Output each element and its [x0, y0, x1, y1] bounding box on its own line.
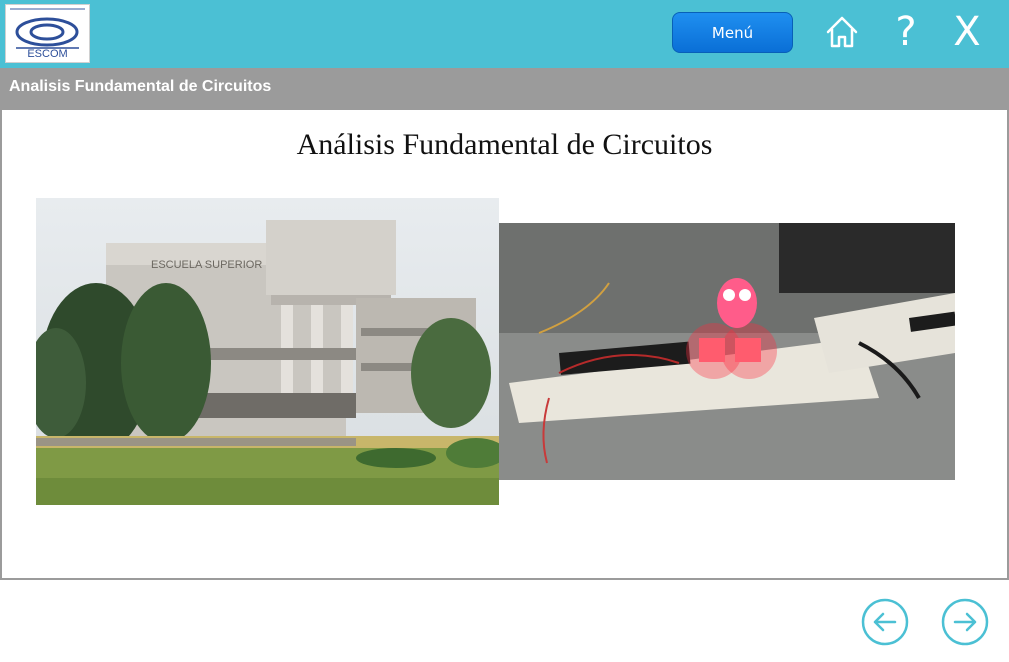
previous-arrow-icon[interactable]	[861, 598, 909, 646]
escom-logo: ESCOM	[5, 4, 90, 63]
circuit-breadboard-photo	[499, 223, 957, 480]
page-title: Análisis Fundamental de Circuitos	[296, 128, 713, 161]
close-button[interactable]: X	[946, 8, 988, 56]
section-title-bar: Analisis Fundamental de Circuitos	[0, 68, 1009, 110]
next-arrow-icon[interactable]	[941, 598, 989, 646]
logo-text: ESCOM	[27, 48, 68, 60]
help-button[interactable]: ?	[886, 8, 926, 56]
section-title: Analisis Fundamental de Circuitos	[9, 78, 272, 95]
escom-building-photo: ESCUELA SUPERIOR DE CÓMPUTO	[26, 198, 506, 505]
menu-button[interactable]: Menú	[672, 12, 793, 53]
content-panel: Análisis Fundamental de Circuitos ESCUEL…	[0, 110, 1009, 580]
home-icon[interactable]	[824, 14, 860, 50]
top-bar: ESCOM Menú ? X	[0, 0, 1009, 68]
